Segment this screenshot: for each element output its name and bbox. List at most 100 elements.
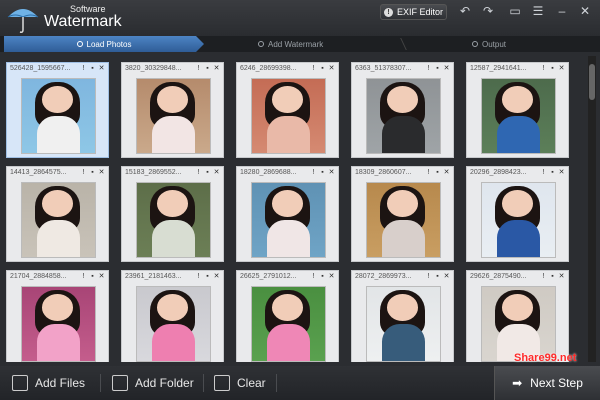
photo-thumbnail[interactable] — [136, 182, 211, 258]
clear-label: Clear — [237, 376, 266, 390]
photo-filename: 15183_2869552... — [125, 169, 182, 176]
photo-thumbnail[interactable] — [366, 78, 441, 154]
photo-thumbnail[interactable] — [21, 78, 96, 154]
info-icon[interactable]: ! — [540, 168, 547, 176]
remove-icon[interactable]: ✕ — [443, 168, 450, 176]
scrollbar-thumb[interactable] — [589, 64, 595, 100]
edit-icon[interactable]: ▪ — [89, 64, 96, 72]
remove-icon[interactable]: ✕ — [98, 64, 105, 72]
photo-thumbnail[interactable] — [366, 182, 441, 258]
info-icon[interactable]: ! — [310, 64, 317, 72]
info-icon[interactable]: ! — [310, 168, 317, 176]
edit-icon[interactable]: ▪ — [549, 272, 556, 280]
photo-card[interactable]: 18280_2869688...! ▪ ✕ — [236, 166, 339, 262]
info-icon[interactable]: ! — [80, 64, 87, 72]
remove-icon[interactable]: ✕ — [328, 272, 335, 280]
edit-icon[interactable]: ▪ — [89, 168, 96, 176]
step-output[interactable]: Output — [472, 36, 506, 52]
remove-icon[interactable]: ✕ — [558, 64, 565, 72]
remove-icon[interactable]: ✕ — [98, 168, 105, 176]
info-icon[interactable]: ! — [310, 272, 317, 280]
vertical-scrollbar[interactable] — [588, 56, 596, 362]
photo-thumbnail[interactable] — [21, 286, 96, 362]
edit-icon[interactable]: ▪ — [319, 64, 326, 72]
step-load-photos[interactable]: Load Photos — [4, 36, 204, 52]
photo-card[interactable]: 15183_2869552...! ▪ ✕ — [121, 166, 224, 262]
photo-thumbnail[interactable] — [481, 78, 556, 154]
edit-icon[interactable]: ▪ — [434, 64, 441, 72]
edit-icon[interactable]: ▪ — [549, 64, 556, 72]
photo-card[interactable]: 20296_2898423...! ▪ ✕ — [466, 166, 569, 262]
remove-icon[interactable]: ✕ — [328, 168, 335, 176]
info-icon[interactable]: ! — [425, 64, 432, 72]
info-icon[interactable]: ! — [425, 168, 432, 176]
info-icon[interactable]: ! — [425, 272, 432, 280]
photo-filename: 28072_2869973... — [355, 273, 412, 280]
minimize-icon[interactable]: – — [553, 3, 571, 19]
edit-icon[interactable]: ▪ — [434, 272, 441, 280]
remove-icon[interactable]: ✕ — [558, 272, 565, 280]
remove-icon[interactable]: ✕ — [443, 272, 450, 280]
info-icon[interactable]: ☰ — [529, 3, 547, 19]
photo-thumbnail[interactable] — [136, 286, 211, 362]
remove-icon[interactable]: ✕ — [213, 272, 220, 280]
remove-icon[interactable]: ✕ — [98, 272, 105, 280]
redo-icon[interactable]: ↷ — [479, 3, 497, 19]
edit-icon[interactable]: ▪ — [434, 168, 441, 176]
exif-editor-button[interactable]: ! EXIF Editor — [380, 4, 447, 20]
photo-actions: ! ▪ ✕ — [310, 64, 335, 73]
photo-card[interactable]: 6363_51378307...! ▪ ✕ — [351, 62, 454, 158]
info-icon[interactable]: ! — [80, 272, 87, 280]
undo-icon[interactable]: ↶ — [456, 3, 474, 19]
edit-icon[interactable]: ▪ — [319, 272, 326, 280]
next-step-button[interactable]: ➡ Next Step — [494, 366, 600, 400]
thumbnail-body — [381, 116, 426, 153]
edit-icon[interactable]: ▪ — [204, 168, 211, 176]
photo-card[interactable]: 29626_2875490...! ▪ ✕ — [466, 270, 569, 362]
close-icon[interactable]: ✕ — [576, 3, 594, 19]
add-folder-button[interactable]: Add Folder — [112, 366, 194, 400]
photo-card[interactable]: 3820_30329848...! ▪ ✕ — [121, 62, 224, 158]
photo-thumbnail[interactable] — [251, 182, 326, 258]
photo-filename: 526428_1595667... — [10, 65, 71, 72]
remove-icon[interactable]: ✕ — [558, 168, 565, 176]
thumbnail-body — [151, 324, 196, 361]
remove-icon[interactable]: ✕ — [328, 64, 335, 72]
photo-card[interactable]: 23961_2181463...! ▪ ✕ — [121, 270, 224, 362]
clear-button[interactable]: Clear — [214, 366, 266, 400]
info-icon[interactable]: ! — [540, 272, 547, 280]
info-icon[interactable]: ! — [80, 168, 87, 176]
remove-icon[interactable]: ✕ — [443, 64, 450, 72]
photo-card[interactable]: 21704_2884858...! ▪ ✕ — [6, 270, 109, 362]
photo-thumbnail[interactable] — [251, 286, 326, 362]
photo-thumbnail[interactable] — [366, 286, 441, 362]
remove-icon[interactable]: ✕ — [213, 64, 220, 72]
step-add-watermark[interactable]: Add Watermark — [258, 36, 323, 52]
photo-actions: ! ▪ ✕ — [425, 168, 450, 177]
photo-card[interactable]: 6246_28699398...! ▪ ✕ — [236, 62, 339, 158]
photo-thumbnail[interactable] — [251, 78, 326, 154]
photo-card[interactable]: 26625_2791012...! ▪ ✕ — [236, 270, 339, 362]
photo-thumbnail[interactable] — [481, 182, 556, 258]
step-indicator-icon — [76, 41, 83, 47]
info-icon[interactable]: ! — [195, 272, 202, 280]
add-files-button[interactable]: Add Files — [12, 366, 85, 400]
edit-icon[interactable]: ▪ — [204, 64, 211, 72]
photo-card[interactable]: 14413_2864575...! ▪ ✕ — [6, 166, 109, 262]
photo-card[interactable]: 12587_2941641...! ▪ ✕ — [466, 62, 569, 158]
info-icon[interactable]: ! — [195, 64, 202, 72]
edit-icon[interactable]: ▪ — [549, 168, 556, 176]
edit-icon[interactable]: ▪ — [319, 168, 326, 176]
photo-thumbnail[interactable] — [481, 286, 556, 362]
info-icon[interactable]: ! — [540, 64, 547, 72]
remove-icon[interactable]: ✕ — [213, 168, 220, 176]
edit-icon[interactable]: ▪ — [89, 272, 96, 280]
photo-card[interactable]: 18309_2860607...! ▪ ✕ — [351, 166, 454, 262]
photo-card[interactable]: 28072_2869973...! ▪ ✕ — [351, 270, 454, 362]
info-icon[interactable]: ! — [195, 168, 202, 176]
photo-thumbnail[interactable] — [21, 182, 96, 258]
chat-icon[interactable]: ▭ — [506, 3, 524, 19]
photo-card[interactable]: 526428_1595667...! ▪ ✕ — [6, 62, 109, 158]
edit-icon[interactable]: ▪ — [204, 272, 211, 280]
photo-thumbnail[interactable] — [136, 78, 211, 154]
